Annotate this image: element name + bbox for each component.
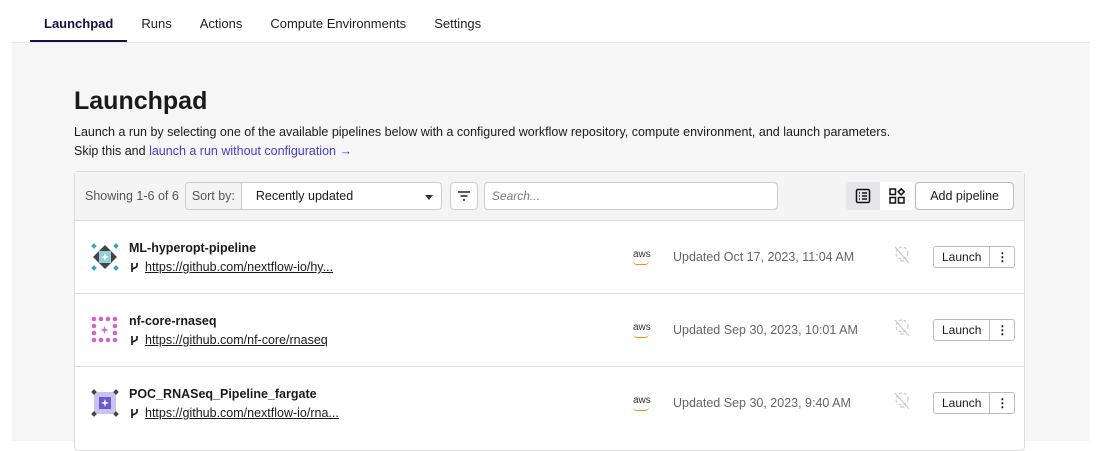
launch-button-group: Launch ⋮ [933,319,1016,341]
pipelines-card: Showing 1-6 of 6 Sort by: Recently updat… [74,171,1025,451]
search-input[interactable]: Search... [483,182,778,210]
tab-compute-environments[interactable]: Compute Environments [256,0,420,42]
repo-link[interactable]: https://github.com/nf-core/rnaseq [145,333,328,347]
pipeline-row[interactable]: ML-hyperopt-pipeline https://github.com/… [75,221,1024,294]
tab-runs[interactable]: Runs [127,0,185,42]
lightbulb-off-icon[interactable] [893,391,911,411]
updated-timestamp: Updated Oct 17, 2023, 11:04 AM [673,250,855,264]
toolbar: Showing 1-6 of 6 Sort by: Recently updat… [75,172,1024,221]
sort-value[interactable]: Recently updated [241,183,441,209]
branch-icon [131,408,138,418]
launch-button[interactable]: Launch [934,393,991,413]
launch-button-group: Launch ⋮ [933,392,1016,414]
pipeline-name: POC_RNASeq_Pipeline_fargate [129,387,317,401]
pipeline-row[interactable]: nf-core-rnaseq https://github.com/nf-cor… [75,294,1024,367]
tab-actions[interactable]: Actions [186,0,257,42]
updated-timestamp: Updated Sep 30, 2023, 10:01 AM [673,323,858,337]
repo-link[interactable]: https://github.com/nextflow-io/rna... [145,406,339,420]
main-content: Launchpad Launch a run by selecting one … [12,42,1090,451]
more-options-icon[interactable]: ⋮ [990,320,1014,340]
aws-icon: aws [633,322,651,338]
skip-text: Skip this and [74,144,146,158]
pipeline-row[interactable]: POC_RNASeq_Pipeline_fargate https://gith… [75,367,1024,440]
branch-icon [131,262,138,272]
grid-icon [889,188,905,204]
sort-label: Sort by: [185,183,242,209]
launch-button[interactable]: Launch [934,247,991,267]
list-view-button[interactable] [846,182,880,210]
lightbulb-off-icon[interactable] [893,318,911,338]
page-description: Launch a run by selecting one of the ava… [74,123,890,161]
list-icon [855,188,871,204]
grid-view-button[interactable] [880,182,914,210]
description-text: Launch a run by selecting one of the ava… [74,125,891,139]
showing-count: Showing 1-6 of 6 [85,189,179,203]
tab-launchpad[interactable]: Launchpad [30,0,128,42]
pink-dots-logo-icon [91,316,118,343]
launch-button-group: Launch ⋮ [933,246,1016,268]
view-toggle [846,182,914,210]
more-options-icon[interactable]: ⋮ [990,393,1014,413]
nav-tabs: Launchpad Runs Actions Compute Environme… [30,0,495,42]
filter-icon [457,191,470,201]
launch-button[interactable]: Launch [934,320,991,340]
page-title: Launchpad [74,87,208,115]
tab-settings[interactable]: Settings [420,0,495,42]
branch-icon [131,335,138,345]
more-options-icon[interactable]: ⋮ [990,247,1014,267]
aws-icon: aws [633,395,651,411]
sort-select[interactable]: Sort by: Recently updated [184,182,442,210]
repo-link[interactable]: https://github.com/nextflow-io/hy... [145,260,333,274]
teal-diamond-logo-icon [91,243,119,271]
add-pipeline-button[interactable]: Add pipeline [915,182,1014,210]
filter-button[interactable] [449,182,478,210]
pipeline-name: ML-hyperopt-pipeline [129,241,257,255]
pipeline-name: nf-core-rnaseq [129,314,217,328]
launch-without-config-link[interactable]: launch a run without configuration → [149,144,352,158]
updated-timestamp: Updated Sep 30, 2023, 9:40 AM [673,396,851,410]
lightbulb-off-icon[interactable] [893,245,911,265]
purple-square-logo-icon [91,389,119,417]
aws-icon: aws [633,249,651,265]
